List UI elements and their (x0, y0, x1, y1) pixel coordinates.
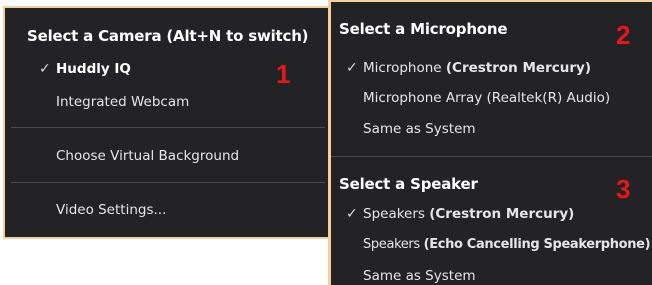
speaker-menu-heading: Select a Speaker (339, 175, 478, 193)
microphone-item-label: Same as System (363, 121, 476, 137)
check-icon: ✓ (346, 206, 358, 222)
camera-menu-heading: Select a Camera (Alt+N to switch) (27, 27, 309, 45)
camera-item-label: Huddly IQ (56, 61, 131, 77)
microphone-item-same-as-system[interactable]: Same as System (363, 121, 476, 137)
speaker-item-label: Speakers (363, 206, 430, 222)
annotation-badge-3: 3 (616, 174, 631, 204)
speaker-item-label: Speakers (363, 237, 424, 252)
speaker-item-detail: (Crestron Mercury) (429, 206, 575, 222)
microphone-item-realtek-array[interactable]: Microphone Array (Realtek(R) Audio) (363, 90, 610, 106)
audio-menu: Select a Microphone 2 ✓ Microphone (Cres… (328, 0, 652, 285)
microphone-item-detail: (Crestron Mercury) (445, 60, 591, 76)
microphone-item-label: Microphone (363, 60, 446, 76)
speaker-item-same-as-system[interactable]: Same as System (363, 268, 476, 284)
choose-virtual-background-item[interactable]: Choose Virtual Background (56, 148, 239, 164)
microphone-item-crestron-mercury[interactable]: ✓ Microphone (Crestron Mercury) (346, 60, 591, 76)
camera-item-huddly-iq[interactable]: ✓ Huddly IQ (39, 61, 131, 77)
check-icon: ✓ (39, 61, 51, 77)
speaker-item-label: Same as System (363, 268, 476, 284)
menu-divider (11, 182, 325, 183)
speaker-item-detail: (Echo Cancelling Speakerphone) (423, 237, 651, 252)
screenshot-stage: Select a Camera (Alt+N to switch) ✓ Hudd… (0, 0, 652, 285)
video-settings-item[interactable]: Video Settings... (56, 202, 166, 218)
annotation-badge-2: 2 (616, 20, 631, 50)
speaker-item-echo-cancelling[interactable]: Speakers (Echo Cancelling Speakerphone) (363, 237, 651, 252)
annotation-badge-1: 1 (276, 59, 291, 89)
camera-menu: Select a Camera (Alt+N to switch) ✓ Hudd… (3, 6, 333, 239)
menu-divider (331, 156, 652, 157)
check-icon: ✓ (346, 60, 358, 76)
camera-item-integrated-webcam[interactable]: Integrated Webcam (56, 94, 189, 110)
camera-item-label: Integrated Webcam (56, 94, 190, 110)
microphone-menu-heading: Select a Microphone (339, 20, 508, 38)
menu-divider (11, 127, 325, 128)
microphone-item-label: Microphone Array (Realtek(R) Audio) (363, 90, 611, 106)
speaker-item-crestron-mercury[interactable]: ✓ Speakers (Crestron Mercury) (346, 206, 575, 222)
